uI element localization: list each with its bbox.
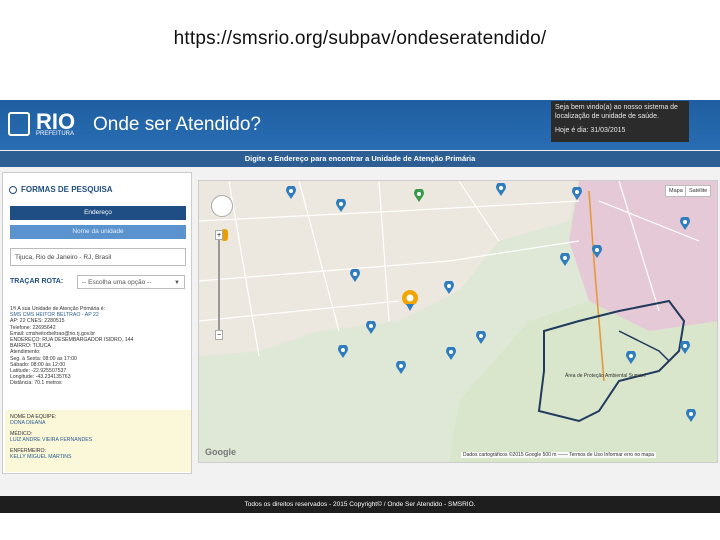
health-unit-pin-icon[interactable]: [395, 361, 407, 375]
map-type-satellite-button[interactable]: Satélite: [685, 185, 712, 197]
result-line: Distância: 70.1 metros: [10, 380, 62, 387]
zoom-out-button[interactable]: −: [215, 330, 223, 340]
health-unit-pin-icon[interactable]: [443, 281, 455, 295]
health-unit-pin-icon[interactable]: [445, 347, 457, 361]
map-view[interactable]: Área de Proteção Ambiental Sumaré Mapa S…: [198, 180, 718, 463]
health-unit-pin-icon[interactable]: [679, 341, 691, 355]
tab-address[interactable]: Endereço: [10, 206, 186, 220]
nurse-value: KELLY MIGUEL MARTINS: [10, 454, 72, 461]
doctor-value: LUIZ ANDRE VIEIRA FERNANDES: [10, 437, 93, 444]
chevron-down-icon: ▼: [174, 280, 180, 286]
footer: Todos os direitos reservados - 2015 Copy…: [0, 496, 720, 513]
health-unit-pin-icon[interactable]: [559, 253, 571, 267]
health-unit-pin-icon[interactable]: [365, 321, 377, 335]
welcome-box: Seja bem vindo(a) ao nosso sistema de lo…: [551, 101, 689, 142]
map-canvas[interactable]: Área de Proteção Ambiental Sumaré: [199, 181, 718, 463]
app-title: Onde ser Atendido?: [93, 114, 261, 135]
search-icon: [9, 185, 17, 194]
health-unit-pin-icon[interactable]: [571, 187, 583, 201]
instruction-banner: Digite o Endereço para encontrar a Unida…: [0, 151, 720, 167]
app-header: RIO PREFEITURA Onde ser Atendido? Seja b…: [0, 100, 720, 150]
zoom-in-button[interactable]: +: [215, 230, 223, 240]
route-select-value: -- Escolha uma opção --: [82, 279, 152, 286]
health-unit-pin-icon[interactable]: [285, 186, 297, 200]
map-type-map-button[interactable]: Mapa: [665, 185, 687, 197]
route-select[interactable]: -- Escolha uma opção -- ▼: [77, 275, 185, 289]
team-info: NOME DA EQUIPE: DONA DIEANA MÉDICO: LUIZ…: [5, 410, 191, 472]
health-unit-pin-icon[interactable]: [349, 269, 361, 283]
slide-url-title: https://smsrio.org/subpav/ondeseratendid…: [173, 28, 547, 49]
pan-control-icon[interactable]: [211, 195, 233, 217]
result-info: 1ª/ A sua Unidade de Atenção Primária é:…: [10, 306, 186, 387]
welcome-line-2: localização de unidade de saúde.: [555, 113, 659, 120]
rio-logo[interactable]: RIO PREFEITURA: [8, 109, 86, 140]
zoom-control[interactable]: + −: [215, 226, 223, 346]
search-panel: FORMAS DE PESQUISA Endereço Nome da unid…: [2, 172, 192, 474]
health-unit-pin-icon[interactable]: [337, 345, 349, 359]
logo-subtext: PREFEITURA: [36, 131, 75, 137]
search-heading-label: FORMAS DE PESQUISA: [21, 185, 113, 194]
search-heading: FORMAS DE PESQUISA: [9, 185, 113, 194]
welcome-line-1: Seja bem vindo(a) ao nosso sistema de: [555, 104, 678, 111]
address-input[interactable]: Tijuca, Rio de Janeiro - RJ, Brasil: [10, 248, 186, 266]
health-unit-pin-icon[interactable]: [625, 351, 637, 365]
selected-location-pin-icon[interactable]: [401, 289, 419, 311]
health-unit-pin-icon[interactable]: [591, 245, 603, 259]
city-emblem-icon: [8, 112, 30, 136]
health-unit-pin-icon[interactable]: [335, 199, 347, 213]
team-value: DONA DIEANA: [10, 420, 46, 427]
map-attribution[interactable]: Dados cartográficos ©2015 Google 500 m —…: [461, 452, 656, 458]
today-date: Hoje é dia: 31/03/2015: [555, 127, 626, 134]
health-unit-pin-icon[interactable]: [679, 217, 691, 231]
health-unit-pin-icon[interactable]: [495, 183, 507, 197]
zoom-slider[interactable]: [218, 240, 220, 330]
area-label: Área de Proteção Ambiental Sumaré: [565, 372, 646, 379]
google-logo: Google: [205, 447, 236, 457]
tab-unit-name[interactable]: Nome da unidade: [10, 225, 186, 239]
app-screenshot: RIO PREFEITURA Onde ser Atendido? Seja b…: [0, 100, 720, 513]
health-unit-pin-icon[interactable]: [475, 331, 487, 345]
health-unit-pin-icon[interactable]: [413, 189, 425, 203]
route-label: TRAÇAR ROTA:: [10, 278, 64, 285]
health-unit-pin-icon[interactable]: [685, 409, 697, 423]
